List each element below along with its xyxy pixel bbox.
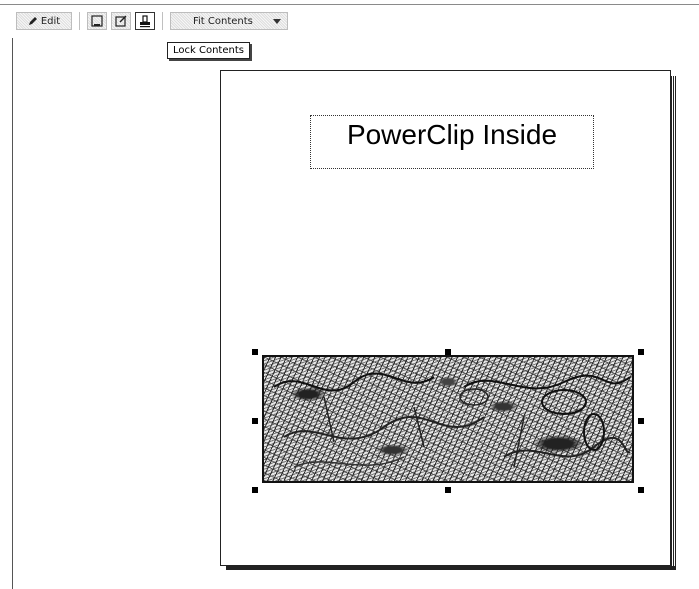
selection-handle-br[interactable] — [638, 487, 644, 493]
toolbar-separator — [79, 12, 80, 30]
paragraph-text-frame[interactable]: PowerClip Inside — [310, 115, 594, 169]
selection-handle-bc[interactable] — [445, 487, 451, 493]
fit-contents-dropdown[interactable]: Fit Contents — [170, 12, 288, 30]
toolbar-separator — [162, 12, 163, 30]
edit-contents-icon — [115, 15, 127, 27]
powerclip-toolbar: Edit Fit Contents — [16, 11, 288, 31]
lock-contents-button[interactable] — [135, 12, 155, 30]
edit-powerclip-button[interactable]: Edit — [16, 12, 72, 30]
extract-contents-icon — [91, 15, 103, 27]
selection-handle-tr[interactable] — [638, 349, 644, 355]
pencil-icon — [28, 17, 37, 25]
page-shadow-right — [671, 76, 676, 570]
chevron-down-icon — [273, 18, 281, 24]
texture-image — [273, 372, 631, 468]
selection-handle-mr[interactable] — [638, 418, 644, 424]
vertical-ruler-edge — [12, 38, 13, 589]
edit-button-label: Edit — [40, 15, 61, 27]
selection-handle-tc[interactable] — [445, 349, 451, 355]
selection-handle-tl[interactable] — [252, 349, 258, 355]
powerclip-title-text: PowerClip Inside — [346, 119, 558, 150]
fit-contents-label: Fit Contents — [193, 15, 253, 27]
selection-handle-ml[interactable] — [252, 418, 258, 424]
edit-contents-button[interactable] — [111, 12, 131, 30]
corel-draw-workspace: Edit Fit Contents Lock Contents PowerCli… — [0, 0, 699, 589]
extract-contents-button[interactable] — [87, 12, 107, 30]
lock-contents-tooltip: Lock Contents — [167, 42, 250, 59]
powerclip-image[interactable] — [262, 355, 634, 483]
top-border — [0, 4, 699, 5]
page-shadow-bottom — [226, 566, 676, 570]
selection-handle-bl[interactable] — [252, 487, 258, 493]
lock-contents-icon — [140, 14, 150, 27]
